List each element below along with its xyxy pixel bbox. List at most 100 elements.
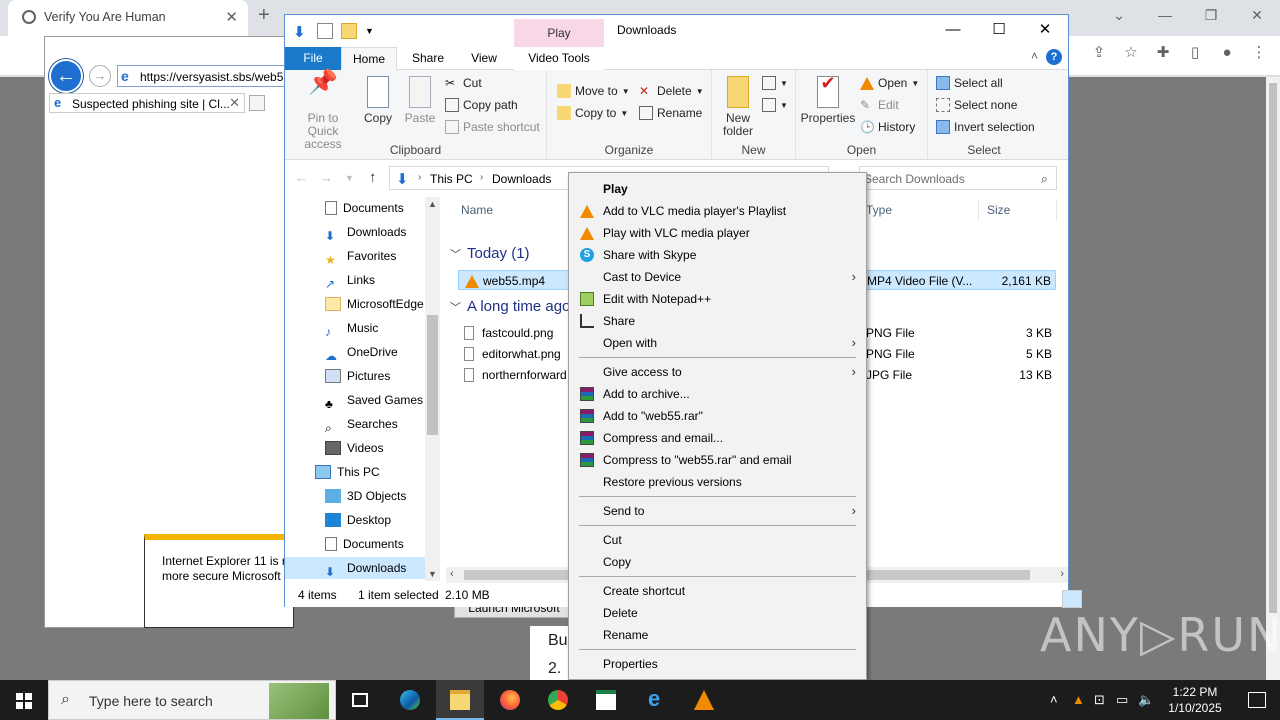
- restore-button[interactable]: ❐: [1188, 0, 1234, 30]
- puzzle-icon[interactable]: ✚: [1154, 44, 1172, 62]
- nav-item-music[interactable]: ♪ Music: [325, 317, 378, 339]
- menu-item-delete[interactable]: Delete: [569, 602, 866, 624]
- tab-file[interactable]: File: [285, 47, 341, 70]
- nav-item-onedrive[interactable]: ☁ OneDrive: [325, 341, 398, 363]
- taskbar-internet-explorer[interactable]: e: [632, 680, 680, 720]
- scroll-down-icon[interactable]: ▼: [428, 569, 437, 579]
- edit-button[interactable]: ✎ Edit: [860, 98, 899, 112]
- nav-item-documents-pc[interactable]: Documents: [325, 533, 404, 555]
- back-arrow-icon[interactable]: ←: [49, 59, 83, 93]
- chevron-down-icon[interactable]: ▼: [365, 26, 374, 36]
- search-icon[interactable]: ⌕: [1041, 171, 1048, 187]
- notification-icon[interactable]: [1248, 692, 1266, 708]
- breadcrumb-this-pc[interactable]: This PC: [430, 172, 473, 186]
- chevron-down-icon[interactable]: ⌄: [1096, 0, 1142, 30]
- invert-selection-button[interactable]: Invert selection: [936, 120, 1035, 134]
- paste-button[interactable]: Paste: [401, 76, 439, 125]
- select-none-button[interactable]: Select none: [936, 98, 1017, 112]
- network-icon[interactable]: ⊡: [1094, 692, 1105, 708]
- collapse-ribbon-icon[interactable]: ˄: [1031, 49, 1038, 63]
- star-icon[interactable]: ☆: [1122, 44, 1140, 62]
- close-icon[interactable]: ✕: [229, 95, 240, 111]
- search-input[interactable]: Search Downloads ⌕: [859, 166, 1057, 190]
- menu-item-restore-versions[interactable]: Restore previous versions: [569, 471, 866, 493]
- minimize-button[interactable]: —: [930, 15, 976, 45]
- nav-item-links[interactable]: ↗ Links: [325, 269, 375, 291]
- nav-item-saved-games[interactable]: ♣ Saved Games: [325, 389, 423, 411]
- copy-to-button[interactable]: Copy to ▼: [557, 106, 628, 120]
- more-icon[interactable]: ⋮: [1250, 44, 1268, 62]
- download-arrow-icon[interactable]: ⬇: [293, 23, 309, 41]
- folder-icon[interactable]: [341, 23, 357, 39]
- nav-item-pictures[interactable]: Pictures: [325, 365, 390, 387]
- nav-item-this-pc[interactable]: This PC: [315, 461, 380, 483]
- scrollbar-thumb[interactable]: [427, 315, 438, 435]
- ie-new-tab-button[interactable]: [249, 95, 265, 111]
- breadcrumb-downloads[interactable]: Downloads: [492, 172, 551, 186]
- taskbar-vlc[interactable]: [680, 680, 728, 720]
- menu-item-play-vlc[interactable]: Play with VLC media player: [569, 222, 866, 244]
- taskbar-search[interactable]: ⌕ Type here to search: [48, 680, 336, 720]
- cut-button[interactable]: ✂ Cut: [445, 76, 482, 90]
- help-icon[interactable]: ?: [1046, 49, 1062, 65]
- history-button[interactable]: 🕒 History: [860, 120, 915, 134]
- taskbar-app[interactable]: [582, 680, 630, 720]
- recent-chevron-icon[interactable]: ▼: [345, 173, 354, 185]
- tab-view[interactable]: View: [457, 47, 511, 70]
- pin-quick-access-button[interactable]: 📌 Pin to Quick access: [291, 71, 355, 151]
- copy-button[interactable]: Copy: [359, 76, 397, 125]
- back-arrow-icon[interactable]: ←: [295, 170, 308, 185]
- new-tab-button[interactable]: +: [258, 4, 270, 27]
- column-divider[interactable]: [1056, 199, 1057, 221]
- page-scrollbar[interactable]: [1266, 77, 1280, 680]
- nav-item-microsoftedge[interactable]: MicrosoftEdge: [325, 293, 424, 315]
- scroll-up-icon[interactable]: ▲: [428, 199, 437, 209]
- menu-item-add-to-rar[interactable]: Add to "web55.rar": [569, 405, 866, 427]
- forward-arrow-icon[interactable]: →: [89, 65, 111, 87]
- vlc-tray-icon[interactable]: ▲: [1072, 692, 1085, 707]
- minimize-button[interactable]: —: [1142, 0, 1188, 30]
- close-window-button[interactable]: ✕: [1022, 15, 1068, 45]
- easy-access-button[interactable]: ▼: [762, 98, 788, 112]
- menu-item-cast-to-device[interactable]: Cast to Device ›: [569, 266, 866, 288]
- menu-item-play[interactable]: Play: [569, 178, 866, 200]
- share-icon[interactable]: ⇪: [1090, 44, 1108, 62]
- properties-icon[interactable]: [317, 23, 333, 39]
- copy-path-button[interactable]: Copy path: [445, 98, 518, 112]
- taskbar-file-explorer[interactable]: [436, 680, 484, 720]
- nav-item-downloads[interactable]: ⬇ Downloads: [325, 221, 406, 243]
- scroll-right-icon[interactable]: ›: [1060, 568, 1064, 580]
- menu-item-copy[interactable]: Copy: [569, 551, 866, 573]
- tab-home[interactable]: Home: [341, 47, 397, 70]
- nav-item-searches[interactable]: ⌕ Searches: [325, 413, 398, 435]
- taskbar-edge[interactable]: [386, 680, 434, 720]
- sidebar-icon[interactable]: ▯: [1186, 44, 1204, 62]
- nav-item-downloads-pc[interactable]: ⬇ Downloads: [285, 557, 425, 579]
- scrollbar-thumb[interactable]: [1269, 83, 1277, 613]
- menu-item-compress-email[interactable]: Compress and email...: [569, 427, 866, 449]
- breadcrumb-chevron-icon[interactable]: ›: [480, 172, 483, 183]
- menu-item-cut[interactable]: Cut: [569, 529, 866, 551]
- nav-item-desktop[interactable]: Desktop: [325, 509, 391, 531]
- menu-item-edit-notepadpp[interactable]: Edit with Notepad++: [569, 288, 866, 310]
- column-header-type[interactable]: Type: [866, 203, 892, 217]
- wifi-icon[interactable]: ▭: [1116, 692, 1128, 708]
- nav-item-documents[interactable]: Documents: [325, 197, 404, 219]
- menu-item-send-to[interactable]: Send to ›: [569, 500, 866, 522]
- group-header-today[interactable]: ﹀ Today (1): [450, 245, 530, 262]
- open-button[interactable]: Open ▼: [860, 76, 919, 90]
- close-window-button[interactable]: ✕: [1234, 0, 1280, 30]
- nav-item-favorites[interactable]: ★ Favorites: [325, 245, 396, 267]
- breadcrumb-chevron-icon[interactable]: ›: [418, 172, 421, 183]
- rename-button[interactable]: Rename: [639, 106, 702, 120]
- paste-shortcut-button[interactable]: Paste shortcut: [445, 120, 540, 134]
- nav-item-videos[interactable]: Videos: [325, 437, 383, 459]
- menu-item-add-vlc-playlist[interactable]: Add to VLC media player's Playlist: [569, 200, 866, 222]
- tab-share[interactable]: Share: [401, 47, 455, 70]
- maximize-button[interactable]: ☐: [976, 15, 1022, 45]
- menu-item-give-access[interactable]: Give access to ›: [569, 361, 866, 383]
- menu-item-share[interactable]: Share: [569, 310, 866, 332]
- ie-tab[interactable]: e Suspected phishing site | Cl... ✕: [49, 93, 245, 113]
- menu-item-add-to-archive[interactable]: Add to archive...: [569, 383, 866, 405]
- menu-item-rename[interactable]: Rename: [569, 624, 866, 646]
